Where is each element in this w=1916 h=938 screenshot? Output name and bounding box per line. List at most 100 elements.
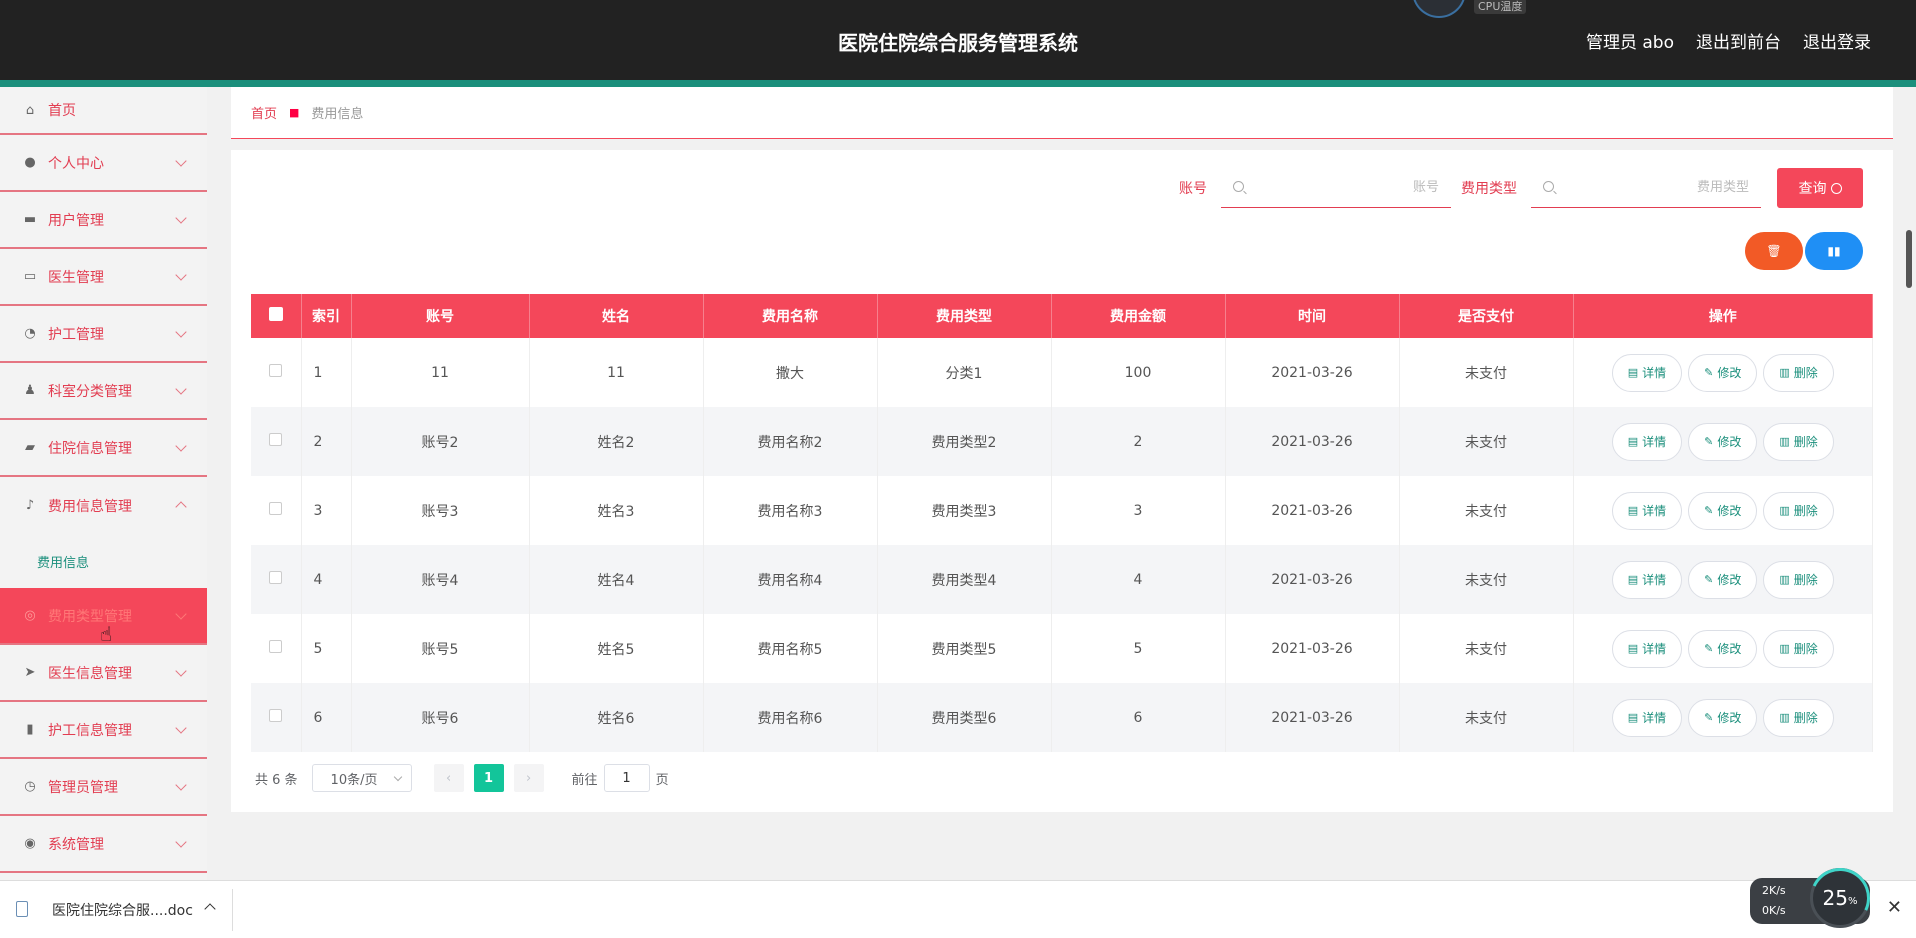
hand-cursor-icon: ☝: [100, 622, 113, 646]
edit-button[interactable]: ✎ 修改: [1688, 698, 1758, 737]
row-checkbox[interactable]: [269, 433, 283, 446]
column-header: 时间: [1225, 294, 1400, 338]
document-icon: ▤: [1627, 366, 1639, 379]
sidebar-item-fee-info[interactable]: ♪ 费用信息管理: [0, 477, 207, 534]
delete-button[interactable]: ▥ 删除: [1763, 422, 1834, 461]
edit-button[interactable]: ✎ 修改: [1688, 491, 1758, 530]
main-panel: 账号 费用类型 查询 🗑 ▮▮ 索引 账号 姓名: [231, 150, 1893, 812]
goto-prefix: 前往: [571, 772, 598, 788]
chevron-down-icon: [175, 155, 187, 167]
detail-button[interactable]: ▤ 详情: [1611, 422, 1683, 461]
sidebar-item-caregiver-info[interactable]: ▮ 护工信息管理: [0, 702, 207, 759]
row-checkbox[interactable]: [269, 502, 283, 515]
submenu-item-fee-info[interactable]: 费用信息: [0, 534, 207, 588]
table-cell: 账号5: [351, 614, 530, 683]
usage-ring: 25%: [1810, 868, 1870, 928]
delete-button[interactable]: ▥ 删除: [1763, 629, 1834, 668]
table-header-row: 索引 账号 姓名 费用名称 费用类型 费用金额 时间 是否支付 操作: [251, 294, 1873, 338]
detail-button[interactable]: ▤ 详情: [1611, 698, 1683, 737]
edit-label: 修改: [1717, 366, 1742, 380]
row-actions: ▤ 详情 ✎ 修改 ▥ 删除: [1573, 338, 1873, 407]
row-checkbox[interactable]: [269, 571, 283, 584]
column-header: 索引: [301, 294, 352, 338]
sidebar-item-users[interactable]: ▬ 用户管理: [0, 192, 207, 249]
chevron-right-icon: ›: [525, 770, 532, 786]
row-actions: ▤ 详情 ✎ 修改 ▥ 删除: [1573, 614, 1873, 683]
home-icon: ⌂: [25, 102, 35, 118]
document-icon: [16, 901, 28, 917]
next-page-button[interactable]: ›: [513, 764, 544, 792]
sidebar-item-doctors[interactable]: ▭ 医生管理: [0, 249, 207, 306]
prev-page-button[interactable]: ‹: [433, 764, 464, 792]
bulk-delete-button[interactable]: 🗑: [1745, 232, 1803, 270]
pencil-icon: ✎: [1704, 435, 1714, 448]
chevron-down-icon: [175, 269, 187, 281]
edit-button[interactable]: ✎ 修改: [1688, 422, 1758, 461]
fee-type-search-input[interactable]: [1531, 168, 1761, 207]
chevron-up-icon: [175, 501, 187, 513]
row-select-cell: [251, 407, 302, 476]
statistics-button[interactable]: ▮▮: [1805, 232, 1863, 270]
table-cell: 费用名称5: [703, 614, 878, 683]
table-cell: 费用类型5: [877, 614, 1052, 683]
download-filename[interactable]: 医院住院综合服....doc: [52, 900, 193, 920]
goto-page-input[interactable]: 1: [603, 764, 650, 792]
table-cell: 费用类型4: [877, 545, 1052, 614]
detail-button[interactable]: ▤ 详情: [1611, 560, 1683, 599]
delete-button[interactable]: ▥ 删除: [1763, 698, 1834, 737]
trash-icon: ▥: [1779, 435, 1790, 448]
row-checkbox[interactable]: [269, 364, 283, 377]
pencil-icon: ✎: [1704, 711, 1714, 724]
gauge-icon: ◔: [24, 326, 36, 341]
sidebar-item-profile[interactable]: ● 个人中心: [0, 135, 207, 192]
table-row: 6 账号6 姓名6 费用名称6 费用类型6 6 2021-03-26 未支付 ▤ 详情 ✎ 修改 ▥ 删除: [251, 683, 1873, 752]
chevron-down-icon: [175, 608, 187, 620]
table-cell: 费用名称6: [703, 683, 878, 752]
sidebar-item-admins[interactable]: ◷ 管理员管理: [0, 759, 207, 816]
sidebar-item-label: 费用信息管理: [48, 498, 132, 515]
sidebar-item-home[interactable]: ⌂ 首页: [0, 87, 207, 135]
delete-button[interactable]: ▥ 删除: [1763, 560, 1834, 599]
page-scrollbar[interactable]: [1906, 230, 1912, 288]
close-icon[interactable]: ✕: [1887, 897, 1902, 918]
exit-to-front-link[interactable]: 退出到前台: [1696, 28, 1781, 53]
table-cell: 4: [301, 545, 352, 614]
sidebar-item-caregivers[interactable]: ◔ 护工管理: [0, 306, 207, 363]
row-checkbox[interactable]: [269, 709, 283, 722]
table-cell: 6: [301, 683, 352, 752]
row-actions: ▤ 详情 ✎ 修改 ▥ 删除: [1573, 476, 1873, 545]
bar-chart-icon: ▮: [26, 722, 34, 737]
sidebar-item-system[interactable]: ◉ 系统管理: [0, 816, 207, 873]
sidebar-item-departments[interactable]: ♟ 科室分类管理: [0, 363, 207, 420]
delete-label: 删除: [1793, 366, 1818, 380]
edit-button[interactable]: ✎ 修改: [1688, 560, 1758, 599]
total-count: 共 6 条: [255, 772, 298, 788]
breadcrumb-home[interactable]: 首页: [251, 103, 277, 122]
trash-icon: 🗑: [1766, 244, 1782, 258]
logout-link[interactable]: 退出登录: [1803, 28, 1871, 53]
delete-button[interactable]: ▥ 删除: [1763, 491, 1834, 530]
table-cell: 未支付: [1399, 545, 1574, 614]
detail-button[interactable]: ▤ 详情: [1611, 353, 1683, 392]
row-checkbox[interactable]: [269, 640, 283, 653]
sidebar-item-inpatient[interactable]: ▰ 住院信息管理: [0, 420, 207, 477]
current-user: 管理员 abo: [1585, 33, 1674, 53]
delete-button[interactable]: ▥ 删除: [1763, 353, 1834, 392]
chevron-up-icon[interactable]: [204, 903, 216, 915]
detail-button[interactable]: ▤ 详情: [1611, 629, 1683, 668]
select-all-checkbox[interactable]: [268, 307, 283, 321]
row-actions: ▤ 详情 ✎ 修改 ▥ 删除: [1573, 545, 1873, 614]
account-search-input[interactable]: [1221, 168, 1451, 207]
person-icon: ♟: [24, 383, 36, 398]
sidebar-item-doctor-info[interactable]: ➤ 医生信息管理: [0, 645, 207, 702]
query-button[interactable]: 查询: [1777, 168, 1863, 208]
page-number-current[interactable]: 1: [473, 764, 504, 792]
table-cell: 账号4: [351, 545, 530, 614]
table-cell: 未支付: [1399, 683, 1574, 752]
document-icon: ▤: [1627, 711, 1639, 724]
page-size-select[interactable]: 10条/页: [311, 764, 412, 792]
edit-button[interactable]: ✎ 修改: [1688, 353, 1758, 392]
edit-button[interactable]: ✎ 修改: [1688, 629, 1758, 668]
detail-button[interactable]: ▤ 详情: [1611, 491, 1683, 530]
detail-label: 详情: [1642, 573, 1667, 587]
